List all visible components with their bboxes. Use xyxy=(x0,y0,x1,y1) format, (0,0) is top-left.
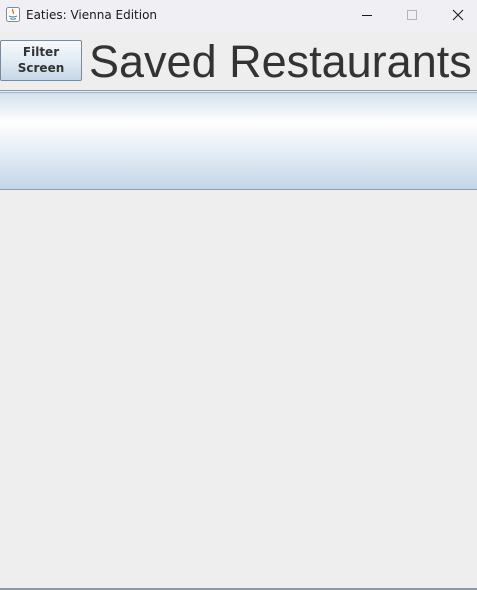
header-divider xyxy=(0,90,477,91)
saved-restaurants-list[interactable] xyxy=(0,191,477,588)
title-bar[interactable]: Eaties: Vienna Edition xyxy=(0,0,477,31)
minimize-button[interactable] xyxy=(344,0,390,31)
filter-button-label-line2: Screen xyxy=(17,61,65,75)
close-icon xyxy=(452,6,464,25)
app-window: Eaties: Vienna Edition Filter Screen Sav… xyxy=(0,0,477,590)
maximize-button[interactable] xyxy=(389,0,435,31)
filter-screen-button[interactable]: Filter Screen xyxy=(0,40,82,81)
maximize-icon xyxy=(406,6,418,25)
header-bar: Filter Screen Saved Restaurants xyxy=(0,31,477,90)
page-title: Saved Restaurants xyxy=(89,36,472,87)
minimize-icon xyxy=(361,6,373,25)
java-app-icon xyxy=(6,7,20,22)
close-button[interactable] xyxy=(435,0,477,31)
toolbar-panel xyxy=(0,92,477,190)
filter-button-label-line1: Filter xyxy=(22,45,60,59)
window-title: Eaties: Vienna Edition xyxy=(26,8,158,22)
